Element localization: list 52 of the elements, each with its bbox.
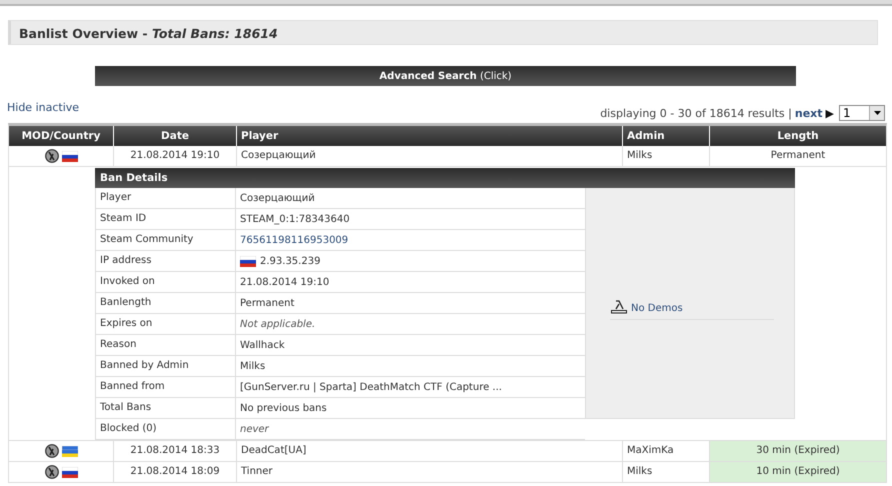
field-value: 2.93.35.239 [235,251,585,272]
table-cell: Permanent [709,146,886,167]
field-label: Steam ID [95,209,235,230]
dropdown-arrow-icon [874,111,880,115]
field-value: Созерцающий [235,188,585,209]
field-value: STEAM_0:1:78343640 [235,209,585,230]
page-select[interactable]: 1 [839,105,885,121]
field-value: Permanent [235,293,585,314]
profile-link[interactable]: 76561198116953009 [235,230,585,251]
table-cell: DeadCat[UA] [236,441,622,462]
field-value: never [235,419,585,440]
field-value: 21.08.2014 19:10 [235,272,585,293]
table-cell: 21.08.2014 18:09 [113,462,236,483]
field-label: Banlength [95,293,235,314]
next-arrow[interactable]: ▶ [826,106,834,120]
field-label: Reason [95,335,235,356]
field-label: Player [95,188,235,209]
table-cell: Tinner [236,462,622,483]
table-cell: Созерцающий [236,146,622,167]
field-value: [GunServer.ru | Sparta] DeathMatch CTF (Capture ... [235,377,585,398]
field-label: Steam Community [95,230,235,251]
game-mod-icon [44,149,58,163]
field-label: Banned from [95,377,235,398]
field-label: Invoked on [95,272,235,293]
field-label: Expires on [95,314,235,335]
column-header[interactable]: Admin [622,126,709,146]
advanced-search-button[interactable]: Advanced Search (Click) [95,66,796,86]
results-summary: displaying 0 - 30 of 18614 results | [600,106,792,120]
table-cell: 10 min (Expired) [709,462,886,483]
field-label: Banned by Admin [95,356,235,377]
page-title: Banlist Overview - Total Bans: 18614 [8,20,878,45]
field-value: Wallhack [235,335,585,356]
next-link[interactable]: next [794,106,823,120]
field-value: Milks [235,356,585,377]
details-header: Ban Details [95,168,795,188]
column-header[interactable]: Date [113,126,236,146]
field-value: Not applicable. [235,314,585,335]
column-header[interactable]: MOD/Country [9,126,113,146]
field-value: No previous bans [235,398,585,419]
field-label: IP address [95,251,235,272]
column-header[interactable]: Player [236,126,622,146]
table-cell: 30 min (Expired) [709,441,886,462]
field-label: Blocked (0) [95,419,235,440]
table-cell: 21.08.2014 19:10 [113,146,236,167]
game-mod-icon [44,444,58,458]
table-cell: 21.08.2014 18:33 [113,441,236,462]
field-label: Total Bans [95,398,235,419]
demo-icon [610,300,628,314]
game-mod-icon [44,465,58,479]
column-header[interactable]: Length [709,126,886,146]
table-cell: Milks [622,146,709,167]
no-demos-text: No Demos [631,303,683,314]
